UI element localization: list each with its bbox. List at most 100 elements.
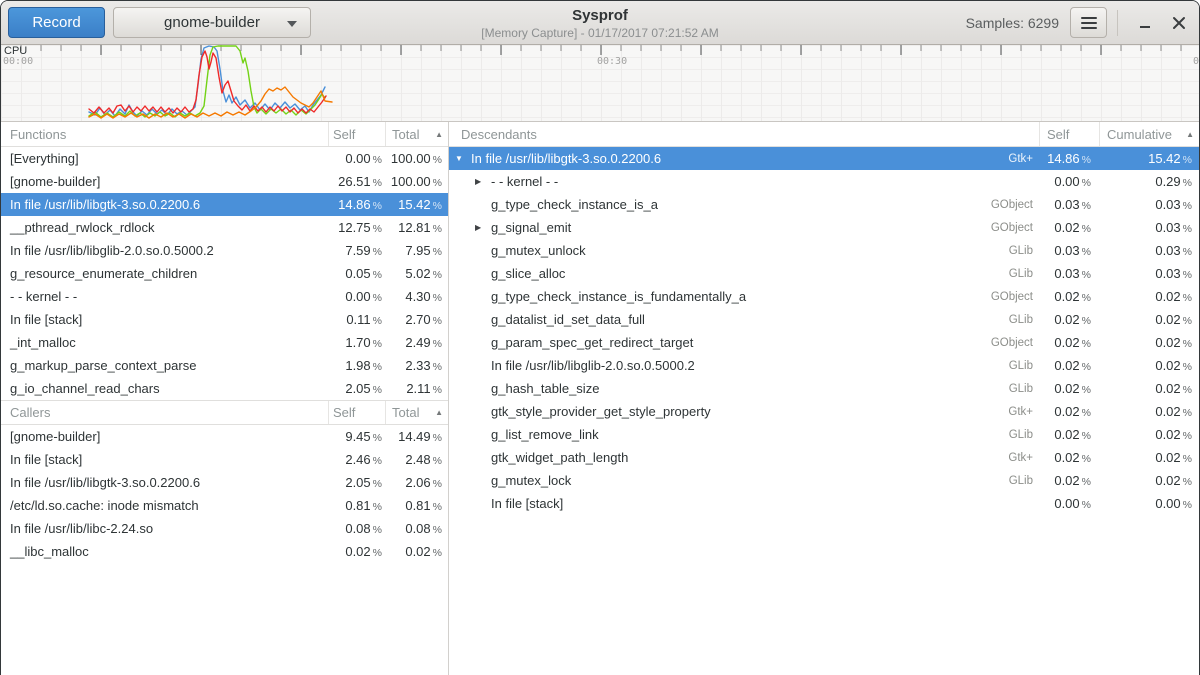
percent-sign: % bbox=[433, 524, 442, 536]
self-percent-cell: 2.46% bbox=[328, 452, 385, 467]
descendants-column-header[interactable]: Descendants bbox=[449, 122, 1039, 146]
function-name-cell: _int_malloc bbox=[1, 335, 328, 350]
self-column-header[interactable]: Self bbox=[328, 401, 385, 424]
cumulative-percent-cell: 0.02% bbox=[1099, 358, 1199, 373]
left-panel: Functions Self Total ▲ [Everything]0.00%… bbox=[1, 122, 449, 675]
self-percent-cell: 0.02% bbox=[1039, 312, 1099, 327]
percent-sign: % bbox=[433, 315, 442, 327]
cumulative-column-header[interactable]: Cumulative ▲ bbox=[1099, 122, 1199, 146]
process-selector-dropdown[interactable]: gnome-builder bbox=[113, 7, 311, 38]
function-name-cell: ▼In file /usr/lib/libgtk-3.so.0.2200.6Gt… bbox=[449, 151, 1039, 166]
function-name-cell: gtk_widget_path_lengthGtk+ bbox=[449, 450, 1039, 465]
percent-sign: % bbox=[1183, 338, 1192, 350]
table-row[interactable]: In file [stack]2.46%2.48% bbox=[1, 448, 448, 471]
percent-sign: % bbox=[373, 154, 382, 166]
self-percent-cell: 0.08% bbox=[328, 521, 385, 536]
expander-closed-icon[interactable]: ▶ bbox=[475, 177, 491, 186]
function-name-cell: /etc/ld.so.cache: inode mismatch bbox=[1, 498, 328, 513]
percent-sign: % bbox=[373, 223, 382, 235]
percent-sign: % bbox=[433, 223, 442, 235]
table-row[interactable]: [Everything]0.00%100.00% bbox=[1, 147, 448, 170]
function-name-cell: ▶g_signal_emitGObject bbox=[449, 220, 1039, 235]
expander-open-icon[interactable]: ▼ bbox=[455, 154, 471, 163]
percent-sign: % bbox=[1082, 269, 1091, 281]
table-row[interactable]: In file [stack]0.11%2.70% bbox=[1, 308, 448, 331]
tree-row[interactable]: g_list_remove_linkGLib0.02%0.02% bbox=[449, 423, 1199, 446]
table-row[interactable]: In file /usr/lib/libglib-2.0.so.0.5000.2… bbox=[1, 239, 448, 262]
percent-sign: % bbox=[1183, 177, 1192, 189]
self-percent-cell: 9.45% bbox=[328, 429, 385, 444]
self-column-header[interactable]: Self bbox=[1039, 122, 1099, 146]
window-controls-separator bbox=[1117, 10, 1118, 36]
tree-row[interactable]: ▶- - kernel - -0.00%0.29% bbox=[449, 170, 1199, 193]
percent-sign: % bbox=[1183, 361, 1192, 373]
library-badge: GObject bbox=[991, 291, 1039, 303]
percent-sign: % bbox=[1082, 154, 1091, 166]
close-button[interactable] bbox=[1167, 11, 1191, 35]
self-column-header[interactable]: Self bbox=[328, 122, 385, 146]
self-percent-cell: 14.86% bbox=[328, 197, 385, 212]
right-panel: Descendants Self Cumulative ▲ ▼In file /… bbox=[449, 122, 1199, 675]
tree-row[interactable]: g_mutex_unlockGLib0.03%0.03% bbox=[449, 239, 1199, 262]
function-name-cell: g_list_remove_linkGLib bbox=[449, 427, 1039, 442]
table-row[interactable]: [gnome-builder]26.51%100.00% bbox=[1, 170, 448, 193]
sort-ascending-icon: ▲ bbox=[1186, 130, 1199, 139]
self-percent-cell: 0.00% bbox=[328, 151, 385, 166]
tree-row[interactable]: g_type_check_instance_is_fundamentally_a… bbox=[449, 285, 1199, 308]
percent-sign: % bbox=[433, 384, 442, 396]
total-percent-cell: 12.81% bbox=[385, 220, 448, 235]
table-row[interactable]: g_io_channel_read_chars2.05%2.11% bbox=[1, 377, 448, 400]
tree-row[interactable]: g_datalist_id_set_data_fullGLib0.02%0.02… bbox=[449, 308, 1199, 331]
total-column-header[interactable]: Total ▲ bbox=[385, 401, 448, 424]
callers-column-header[interactable]: Callers bbox=[1, 401, 328, 424]
tree-row[interactable]: gtk_widget_path_lengthGtk+0.02%0.02% bbox=[449, 446, 1199, 469]
percent-sign: % bbox=[1183, 246, 1192, 258]
function-name-cell: In file [stack] bbox=[1, 452, 328, 467]
function-name-cell: [gnome-builder] bbox=[1, 174, 328, 189]
record-button-label: Record bbox=[32, 14, 80, 31]
function-name-cell: g_io_channel_read_chars bbox=[1, 381, 328, 396]
expander-closed-icon[interactable]: ▶ bbox=[475, 223, 491, 232]
table-row[interactable]: /etc/ld.so.cache: inode mismatch0.81%0.8… bbox=[1, 494, 448, 517]
total-percent-cell: 2.11% bbox=[385, 381, 448, 396]
self-percent-cell: 0.02% bbox=[1039, 381, 1099, 396]
table-row[interactable]: g_resource_enumerate_children0.05%5.02% bbox=[1, 262, 448, 285]
total-percent-cell: 14.49% bbox=[385, 429, 448, 444]
tree-row[interactable]: g_slice_allocGLib0.03%0.03% bbox=[449, 262, 1199, 285]
table-row[interactable]: - - kernel - -0.00%4.30% bbox=[1, 285, 448, 308]
tree-row[interactable]: ▶g_signal_emitGObject0.02%0.03% bbox=[449, 216, 1199, 239]
time-label-start: 00:00 bbox=[3, 56, 33, 67]
cumulative-percent-cell: 0.03% bbox=[1099, 220, 1199, 235]
function-name-cell: g_type_check_instance_is_fundamentally_a… bbox=[449, 289, 1039, 304]
tree-row[interactable]: gtk_style_provider_get_style_propertyGtk… bbox=[449, 400, 1199, 423]
table-row[interactable]: _int_malloc1.70%2.49% bbox=[1, 331, 448, 354]
total-column-header[interactable]: Total ▲ bbox=[385, 122, 448, 146]
functions-table-header: Functions Self Total ▲ bbox=[1, 122, 448, 147]
tree-row[interactable]: In file [stack]0.00%0.00% bbox=[449, 492, 1199, 515]
record-button[interactable]: Record bbox=[8, 7, 105, 38]
table-row[interactable]: g_markup_parse_context_parse1.98%2.33% bbox=[1, 354, 448, 377]
percent-sign: % bbox=[1183, 499, 1192, 511]
tree-row[interactable]: ▼In file /usr/lib/libgtk-3.so.0.2200.6Gt… bbox=[449, 147, 1199, 170]
tree-row[interactable]: g_mutex_lockGLib0.02%0.02% bbox=[449, 469, 1199, 492]
table-row[interactable]: [gnome-builder]9.45%14.49% bbox=[1, 425, 448, 448]
total-percent-cell: 2.70% bbox=[385, 312, 448, 327]
table-row[interactable]: __libc_malloc0.02%0.02% bbox=[1, 540, 448, 563]
callers-table-header: Callers Self Total ▲ bbox=[1, 400, 448, 425]
table-row[interactable]: In file /usr/lib/libc-2.24.so0.08%0.08% bbox=[1, 517, 448, 540]
total-percent-cell: 0.08% bbox=[385, 521, 448, 536]
tree-row[interactable]: g_hash_table_sizeGLib0.02%0.02% bbox=[449, 377, 1199, 400]
tree-row[interactable]: g_param_spec_get_redirect_targetGObject0… bbox=[449, 331, 1199, 354]
minimize-button[interactable] bbox=[1133, 11, 1157, 35]
cpu-timeline-graph[interactable]: CPU 00:00 00:30 01:00 bbox=[1, 45, 1199, 122]
menu-button[interactable] bbox=[1070, 7, 1107, 38]
functions-column-header[interactable]: Functions bbox=[1, 122, 328, 146]
cumulative-percent-cell: 0.02% bbox=[1099, 404, 1199, 419]
tree-row[interactable]: In file /usr/lib/libglib-2.0.so.0.5000.2… bbox=[449, 354, 1199, 377]
percent-sign: % bbox=[1183, 315, 1192, 327]
self-percent-cell: 0.00% bbox=[1039, 496, 1099, 511]
table-row[interactable]: In file /usr/lib/libgtk-3.so.0.2200.614.… bbox=[1, 193, 448, 216]
tree-row[interactable]: g_type_check_instance_is_aGObject0.03%0.… bbox=[449, 193, 1199, 216]
table-row[interactable]: __pthread_rwlock_rdlock12.75%12.81% bbox=[1, 216, 448, 239]
table-row[interactable]: In file /usr/lib/libgtk-3.so.0.2200.62.0… bbox=[1, 471, 448, 494]
